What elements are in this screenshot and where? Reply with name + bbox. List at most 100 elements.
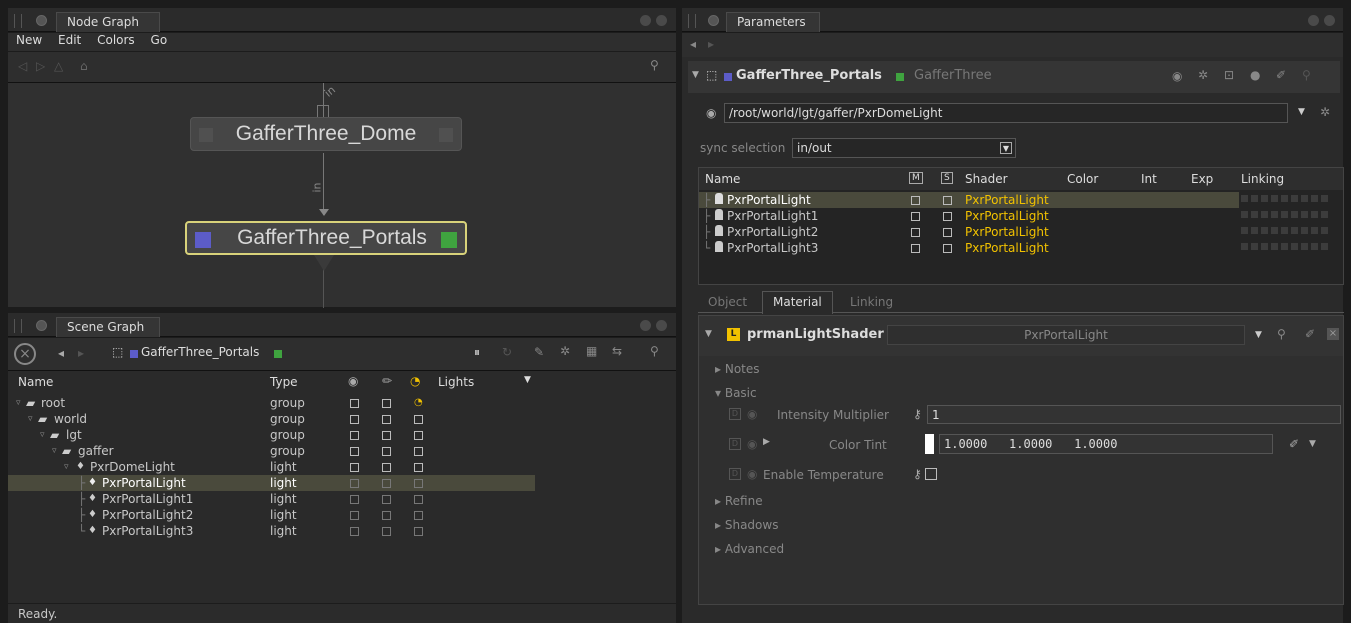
help-icon[interactable]: ◉ [1172,69,1182,83]
menu-colors[interactable]: Colors [97,33,135,47]
help-icon[interactable]: ◉ [747,407,757,421]
mute-checkbox[interactable] [911,196,920,205]
tab-scene-graph[interactable]: Scene Graph [56,317,160,337]
maximize-icon[interactable] [640,15,651,26]
panel-grip-icon[interactable] [14,14,22,28]
intensity-input[interactable]: 1 [927,405,1341,424]
panel-grip-icon[interactable] [14,319,22,333]
menu-edit[interactable]: Edit [58,33,81,47]
light-shader[interactable]: PxrPortalLight [965,192,1049,208]
forward-arrow-icon[interactable]: ▸ [78,346,84,360]
comment-icon[interactable]: ● [1250,68,1260,82]
mute-checkbox[interactable] [911,212,920,221]
solo-checkbox[interactable] [414,447,423,456]
tree-row-root[interactable]: ▿ ▰ root group [8,395,535,411]
chevron-down-icon[interactable]: ▼ [1309,439,1316,449]
section-advanced[interactable]: ▸ Advanced [715,542,784,556]
visibility-checkbox[interactable] [350,511,359,520]
location-icon[interactable]: ◉ [706,106,716,120]
gear-icon[interactable]: ✲ [560,344,570,358]
panel-menu-icon[interactable] [36,15,47,26]
solo-checkbox[interactable] [943,212,952,221]
mute-checkbox[interactable] [911,244,920,253]
solo-checkbox[interactable] [943,228,952,237]
stop-icon[interactable]: × [14,343,36,365]
default-icon[interactable]: D [729,408,741,420]
wrench-icon[interactable]: ✐ [1276,68,1286,82]
menu-new[interactable]: New [16,33,42,47]
tint-b[interactable]: 1.0000 [1074,437,1117,451]
chevron-down-icon[interactable]: ▼ [1298,107,1305,117]
visibility-checkbox[interactable] [350,431,359,440]
visibility-icon[interactable]: ◉ [348,374,358,388]
solo-checkbox[interactable] [943,244,952,253]
mute-icon[interactable]: ✏ [382,374,392,388]
section-basic[interactable]: ▾ Basic [715,386,757,400]
light-row[interactable]: ├ PxrPortalLight PxrPortalLight [699,192,1239,208]
tree-row-pxrportallight3[interactable]: └ ♦ PxrPortalLight3 light [8,523,535,539]
panel-menu-icon[interactable] [708,15,719,26]
search-icon[interactable]: ⚲ [650,58,659,72]
column-type[interactable]: Type [270,375,298,389]
breadcrumb-node[interactable]: GafferThree_Portals [141,345,259,359]
close-icon[interactable] [656,15,667,26]
mute-checkbox[interactable] [382,431,391,440]
section-notes[interactable]: ▸ Notes [715,362,760,376]
solo-checkbox[interactable] [414,527,423,536]
maximize-icon[interactable] [1308,15,1319,26]
tree-row-world[interactable]: ▿ ▰ world group [8,411,535,427]
mute-checkbox[interactable] [382,463,391,472]
eyedropper-icon[interactable]: ✐ [1289,437,1299,451]
column-lights[interactable]: Lights [438,375,474,389]
panel-menu-icon[interactable] [36,320,47,331]
mute-checkbox[interactable] [382,415,391,424]
column-name[interactable]: Name [705,172,740,186]
visibility-checkbox[interactable] [350,479,359,488]
help-icon[interactable]: ◉ [747,437,757,451]
tree-row-pxrdomelight[interactable]: ▿ ♦ PxrDomeLight light [8,459,535,475]
mute-checkbox[interactable] [382,479,391,488]
solo-checkbox[interactable] [414,511,423,520]
tab-parameters[interactable]: Parameters [726,12,820,32]
back-arrow-icon[interactable]: ◂ [690,37,696,51]
column-solo[interactable]: S [941,172,953,184]
home-icon[interactable]: ⌂ [80,59,88,73]
column-int[interactable]: Int [1141,172,1157,186]
back-arrow-icon[interactable]: ◁ [18,59,27,73]
section-refine[interactable]: ▸ Refine [715,494,763,508]
close-icon[interactable] [1324,15,1335,26]
column-exp[interactable]: Exp [1191,172,1213,186]
collapse-icon[interactable]: ▼ [705,329,712,339]
light-shader[interactable]: PxrPortalLight [965,240,1049,256]
tree-row-pxrportallight[interactable]: ├ ♦ PxrPortalLight light [8,475,535,491]
menu-go[interactable]: Go [151,33,168,47]
expand-icon[interactable]: ▿ [52,443,57,459]
up-arrow-icon[interactable]: △ [54,59,63,73]
tab-material[interactable]: Material [762,291,833,314]
pause-icon[interactable]: ⏸ [474,345,480,360]
tint-r[interactable]: 1.0000 [944,437,987,451]
expand-icon[interactable]: ▿ [40,427,45,443]
solo-checkbox[interactable] [414,495,423,504]
search-icon[interactable]: ⚲ [1277,327,1286,341]
expand-icon[interactable]: ▿ [64,459,69,475]
close-icon[interactable] [656,320,667,331]
panel-grip-icon[interactable] [688,14,696,28]
sync-selection-dropdown[interactable]: in/out ▼ [792,138,1016,158]
light-row[interactable]: ├ PxrPortalLight1 PxrPortalLight [699,208,1239,224]
solo-checkbox[interactable] [943,196,952,205]
forward-arrow-icon[interactable]: ▸ [708,37,714,51]
light-row[interactable]: ├ PxrPortalLight2 PxrPortalLight [699,224,1239,240]
solo-checkbox[interactable] [414,479,423,488]
node-gaffer-dome[interactable]: GafferThree_Dome [190,117,462,151]
camera-icon[interactable]: ▦ [586,344,597,358]
gear-icon[interactable]: ✲ [1320,105,1330,119]
color-tint-values[interactable]: 1.0000 1.0000 1.0000 [939,434,1273,454]
column-shader[interactable]: Shader [965,172,1008,186]
mute-checkbox[interactable] [911,228,920,237]
chevron-down-icon[interactable]: ▼ [1255,330,1262,340]
expand-icon[interactable]: ▿ [28,411,33,427]
solo-checkbox[interactable] [414,415,423,424]
default-icon[interactable]: D [729,438,741,450]
visibility-checkbox[interactable] [350,415,359,424]
